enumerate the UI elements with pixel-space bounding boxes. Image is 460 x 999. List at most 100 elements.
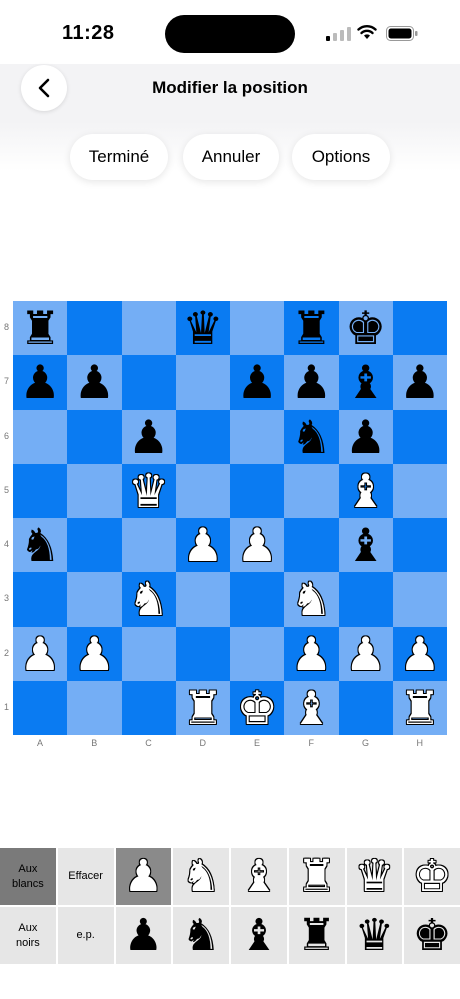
square-f2[interactable]: ♟ [284,626,339,681]
square-g3[interactable] [338,572,393,627]
square-d2[interactable] [175,626,230,681]
square-f7[interactable]: ♟ [284,355,339,410]
file-label-b: B [91,738,98,748]
square-e5[interactable] [230,463,285,518]
square-f5[interactable] [284,463,339,518]
palette-black-pawn-button[interactable]: ♟ [115,907,172,964]
square-g2[interactable]: ♟ [338,626,393,681]
black-bishop-icon: ♝ [345,518,387,573]
square-f6[interactable]: ♞ [284,409,339,464]
black-to-move-button[interactable]: Aux noirs [0,907,56,964]
black-pawn-icon: ♟ [399,355,441,410]
square-c7[interactable] [121,355,176,410]
square-e4[interactable]: ♟ [230,518,285,573]
square-d7[interactable] [175,355,230,410]
square-h2[interactable]: ♟ [392,626,447,681]
white-to-move-button[interactable]: Aux blancs [0,848,56,905]
square-h6[interactable] [392,409,447,464]
chess-board[interactable]: ♜ ♛ ♜ ♚ ♟ ♟ ♟ ♟ ♝ ♟ ♟ ♞ ♟ ♛ ♝ ♞ ♟ ♟ ♝ ♞ ♞ ♟ ♟ ♟ ♟ ♟ ♜ ♚ ♝ ♜ [13,301,447,735]
palette-white-bishop-button[interactable]: ♝ [231,848,287,905]
square-c1[interactable] [121,680,176,735]
file-label-e: E [253,738,260,748]
square-f8[interactable]: ♜ [284,301,339,356]
square-c2[interactable] [121,626,176,681]
file-label-h: H [416,738,424,748]
square-e7[interactable]: ♟ [230,355,285,410]
square-c3[interactable]: ♞ [121,572,176,627]
white-knight-icon: ♞ [181,850,221,902]
square-a1[interactable] [13,680,68,735]
black-pawn-icon: ♟ [345,409,387,464]
square-e2[interactable] [230,626,285,681]
square-g8[interactable]: ♚ [338,301,393,356]
square-a5[interactable] [13,463,68,518]
square-b6[interactable] [67,409,122,464]
square-h1[interactable]: ♜ [392,680,447,735]
palette-black-queen-button[interactable]: ♛ [346,907,403,964]
cancel-button[interactable]: Annuler [183,134,279,180]
square-h4[interactable] [392,518,447,573]
square-h3[interactable] [392,572,447,627]
white-knight-icon: ♞ [128,572,170,627]
square-d5[interactable] [175,463,230,518]
palette-white-king-button[interactable]: ♚ [404,848,460,905]
square-f1[interactable]: ♝ [284,680,339,735]
square-g7[interactable]: ♝ [338,355,393,410]
palette-black-knight-button[interactable]: ♞ [173,907,229,964]
square-a3[interactable] [13,572,68,627]
white-pawn-icon: ♟ [236,518,278,573]
black-queen-icon: ♛ [182,301,224,356]
square-h7[interactable]: ♟ [392,355,447,410]
square-d1[interactable]: ♜ [175,680,230,735]
square-f4[interactable] [284,518,339,573]
square-g1[interactable] [338,680,393,735]
square-a2[interactable]: ♟ [13,626,68,681]
white-queen-icon: ♛ [128,463,170,518]
square-b7[interactable]: ♟ [67,355,122,410]
square-g5[interactable]: ♝ [338,463,393,518]
square-g6[interactable]: ♟ [338,409,393,464]
palette-black-king-button[interactable]: ♚ [404,907,460,964]
clear-button[interactable]: Effacer [57,848,114,905]
square-h5[interactable] [392,463,447,518]
palette-white-rook-button[interactable]: ♜ [288,848,345,905]
white-king-icon: ♚ [236,680,278,735]
square-a4[interactable]: ♞ [13,518,68,573]
square-b1[interactable] [67,680,122,735]
palette-white-pawn-button[interactable]: ♟ [115,848,172,905]
square-d8[interactable]: ♛ [175,301,230,356]
square-h8[interactable] [392,301,447,356]
en-passant-button[interactable]: e.p. [57,907,114,964]
square-c8[interactable] [121,301,176,356]
file-label-d: D [199,738,207,748]
square-a6[interactable] [13,409,68,464]
square-b8[interactable] [67,301,122,356]
square-d4[interactable]: ♟ [175,518,230,573]
square-c6[interactable]: ♟ [121,409,176,464]
square-a7[interactable]: ♟ [13,355,68,410]
square-a8[interactable]: ♜ [13,301,68,356]
black-king-icon: ♚ [345,301,387,356]
battery-icon [386,26,418,41]
square-f3[interactable]: ♞ [284,572,339,627]
square-e1[interactable]: ♚ [230,680,285,735]
square-b2[interactable]: ♟ [67,626,122,681]
square-b4[interactable] [67,518,122,573]
palette-white-queen-button[interactable]: ♛ [346,848,403,905]
palette-black-bishop-button[interactable]: ♝ [231,907,287,964]
square-b5[interactable] [67,463,122,518]
palette-black-rook-button[interactable]: ♜ [288,907,345,964]
square-b3[interactable] [67,572,122,627]
square-e3[interactable] [230,572,285,627]
white-pawn-icon: ♟ [182,518,224,573]
done-button[interactable]: Terminé [70,134,168,180]
square-c4[interactable] [121,518,176,573]
square-d6[interactable] [175,409,230,464]
square-d3[interactable] [175,572,230,627]
square-e8[interactable] [230,301,285,356]
square-e6[interactable] [230,409,285,464]
palette-white-knight-button[interactable]: ♞ [173,848,229,905]
square-g4[interactable]: ♝ [338,518,393,573]
square-c5[interactable]: ♛ [121,463,176,518]
options-button[interactable]: Options [292,134,390,180]
